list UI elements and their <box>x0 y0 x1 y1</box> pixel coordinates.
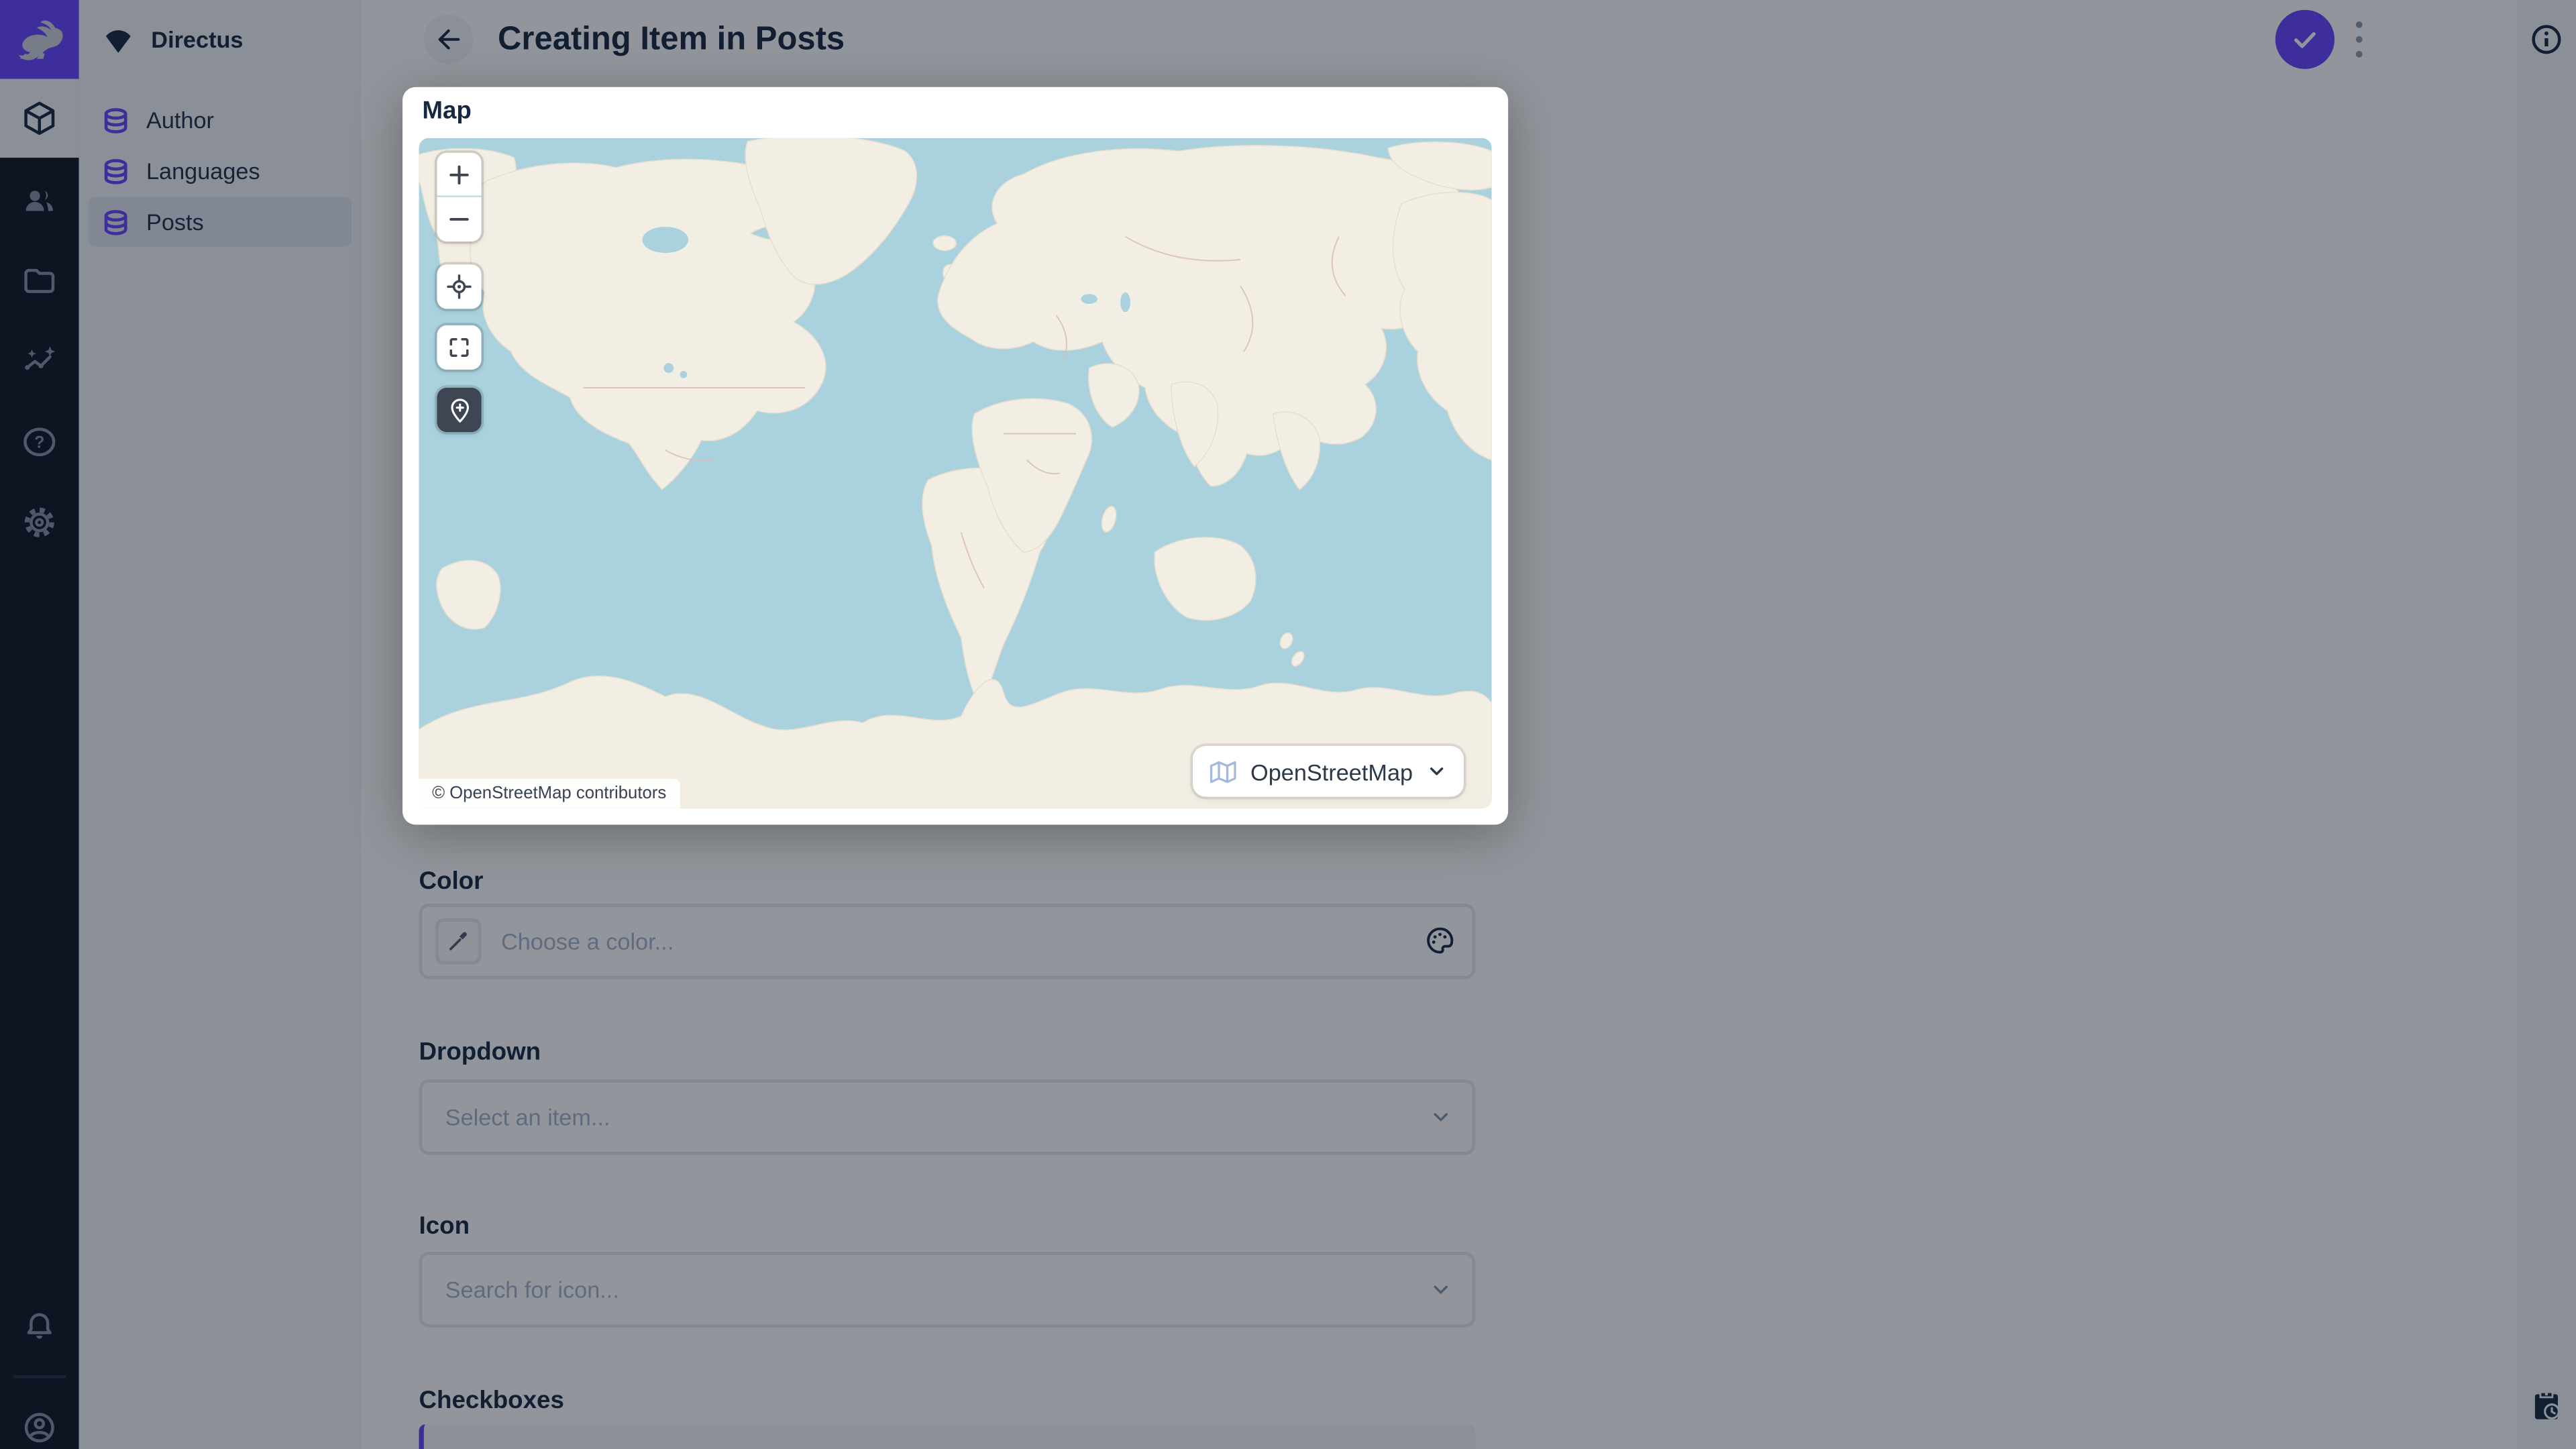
map-field-card: Map © OpenStreetMap contributors OpenStr… <box>402 87 1509 825</box>
world-map <box>419 138 1492 808</box>
fullscreen-icon <box>449 337 469 357</box>
app-screen: ? Directus Author Languages Posts Creati… <box>0 0 2576 1449</box>
zoom-in-button[interactable] <box>437 153 482 197</box>
plus-icon <box>449 164 469 184</box>
crosshair-icon <box>447 274 472 299</box>
fullscreen-control <box>437 325 482 370</box>
map-field-label: Map <box>422 97 472 125</box>
basemap-label: OpenStreetMap <box>1250 758 1413 785</box>
add-marker-control <box>437 387 482 433</box>
geolocate-button[interactable] <box>437 264 481 309</box>
map-canvas[interactable]: © OpenStreetMap contributors OpenStreetM… <box>419 138 1492 808</box>
map-icon <box>1210 760 1237 783</box>
add-marker-button[interactable] <box>437 388 481 432</box>
geolocate-control <box>437 264 482 309</box>
minus-icon <box>449 217 469 221</box>
zoom-controls <box>437 152 482 242</box>
pin-plus-icon <box>450 398 468 422</box>
basemap-selector[interactable]: OpenStreetMap <box>1193 745 1464 797</box>
fullscreen-button[interactable] <box>437 325 481 370</box>
chevron-down-icon <box>1430 767 1444 775</box>
zoom-out-button[interactable] <box>437 197 481 241</box>
map-attribution[interactable]: © OpenStreetMap contributors <box>419 778 680 808</box>
